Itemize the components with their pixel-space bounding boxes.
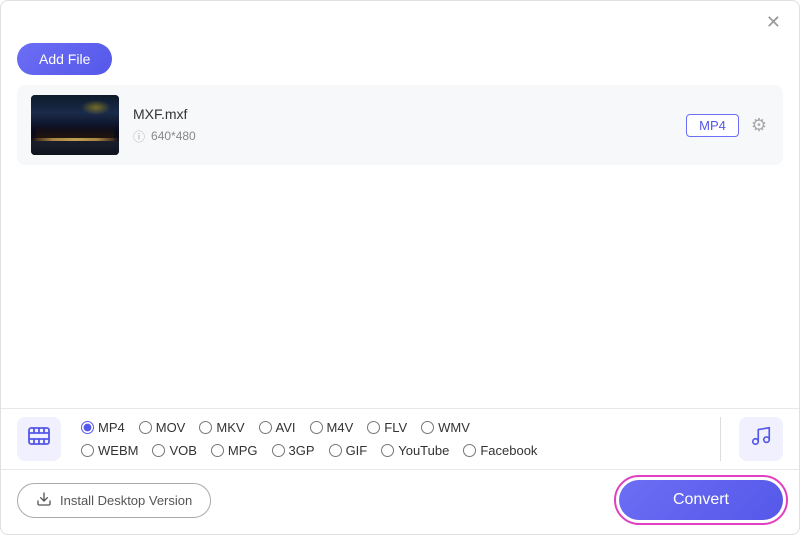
file-actions: MP4 ⚙	[686, 113, 769, 138]
format-radio-avi[interactable]	[259, 421, 272, 434]
convert-button[interactable]: Convert	[619, 480, 783, 520]
format-label-wmv: WMV	[438, 420, 470, 435]
main-window: ✕ Add File MXF.mxf ⓘ 640*480	[0, 0, 800, 535]
format-option-youtube[interactable]: YouTube	[375, 441, 455, 460]
format-radio-mkv[interactable]	[199, 421, 212, 434]
film-icon	[27, 424, 51, 454]
bottom-panel: MP4 MOV MKV AVI	[1, 408, 799, 534]
file-resolution: 640*480	[151, 129, 196, 143]
format-radio-gif[interactable]	[329, 444, 342, 457]
format-badge[interactable]: MP4	[686, 114, 739, 137]
toolbar: Add File	[1, 37, 799, 85]
format-option-gif[interactable]: GIF	[323, 441, 374, 460]
file-list: MXF.mxf ⓘ 640*480 MP4 ⚙	[1, 85, 799, 408]
settings-button[interactable]: ⚙	[749, 113, 769, 138]
format-radio-flv[interactable]	[367, 421, 380, 434]
music-icon	[750, 425, 772, 453]
thumbnail-image	[31, 95, 119, 155]
format-radio-facebook[interactable]	[463, 444, 476, 457]
vertical-divider	[720, 417, 721, 461]
file-thumbnail	[31, 95, 119, 155]
format-radio-youtube[interactable]	[381, 444, 394, 457]
format-radio-mpg[interactable]	[211, 444, 224, 457]
format-option-vob[interactable]: VOB	[146, 441, 202, 460]
format-option-mov[interactable]: MOV	[133, 418, 192, 437]
format-option-flv[interactable]: FLV	[361, 418, 413, 437]
format-label-3gp: 3GP	[289, 443, 315, 458]
close-button[interactable]: ✕	[762, 11, 785, 33]
format-label-avi: AVI	[276, 420, 296, 435]
format-radio-vob[interactable]	[152, 444, 165, 457]
format-selector: MP4 MOV MKV AVI	[1, 409, 799, 469]
format-label-webm: WEBM	[98, 443, 138, 458]
info-icon: ⓘ	[133, 128, 145, 145]
install-desktop-button[interactable]: Install Desktop Version	[17, 483, 211, 518]
format-label-gif: GIF	[346, 443, 368, 458]
file-info: MXF.mxf ⓘ 640*480	[133, 106, 672, 145]
file-name: MXF.mxf	[133, 106, 672, 122]
format-option-mkv[interactable]: MKV	[193, 418, 250, 437]
format-option-mpg[interactable]: MPG	[205, 441, 264, 460]
format-radio-3gp[interactable]	[272, 444, 285, 457]
audio-format-icon-button[interactable]	[739, 417, 783, 461]
file-item: MXF.mxf ⓘ 640*480 MP4 ⚙	[17, 85, 783, 165]
format-row-1: MP4 MOV MKV AVI	[75, 418, 712, 437]
video-format-icon-button[interactable]	[17, 417, 61, 461]
format-radio-wmv[interactable]	[421, 421, 434, 434]
format-option-m4v[interactable]: M4V	[304, 418, 360, 437]
format-option-webm[interactable]: WEBM	[75, 441, 144, 460]
format-label-vob: VOB	[169, 443, 196, 458]
format-options-container: MP4 MOV MKV AVI	[75, 418, 712, 460]
install-label: Install Desktop Version	[60, 493, 192, 508]
format-option-facebook[interactable]: Facebook	[457, 441, 543, 460]
format-option-3gp[interactable]: 3GP	[266, 441, 321, 460]
format-radio-webm[interactable]	[81, 444, 94, 457]
format-radio-m4v[interactable]	[310, 421, 323, 434]
convert-label: Convert	[673, 491, 729, 508]
format-radio-mov[interactable]	[139, 421, 152, 434]
format-option-mp4[interactable]: MP4	[75, 418, 131, 437]
download-icon	[36, 491, 52, 510]
format-option-wmv[interactable]: WMV	[415, 418, 476, 437]
file-meta: ⓘ 640*480	[133, 128, 672, 145]
format-label-m4v: M4V	[327, 420, 354, 435]
format-row-2: WEBM VOB MPG 3GP	[75, 441, 712, 460]
format-option-avi[interactable]: AVI	[253, 418, 302, 437]
format-label-mov: MOV	[156, 420, 186, 435]
format-radio-mp4[interactable]	[81, 421, 94, 434]
add-file-button[interactable]: Add File	[17, 43, 112, 75]
format-label-youtube: YouTube	[398, 443, 449, 458]
title-bar: ✕	[1, 1, 799, 37]
format-label-mkv: MKV	[216, 420, 244, 435]
format-label-flv: FLV	[384, 420, 407, 435]
format-label-mp4: MP4	[98, 420, 125, 435]
format-label-mpg: MPG	[228, 443, 258, 458]
settings-icon: ⚙	[751, 115, 767, 135]
thumb-decoration2	[31, 141, 119, 155]
footer: Install Desktop Version Convert	[1, 470, 799, 534]
format-label-facebook: Facebook	[480, 443, 537, 458]
close-icon: ✕	[766, 12, 781, 32]
